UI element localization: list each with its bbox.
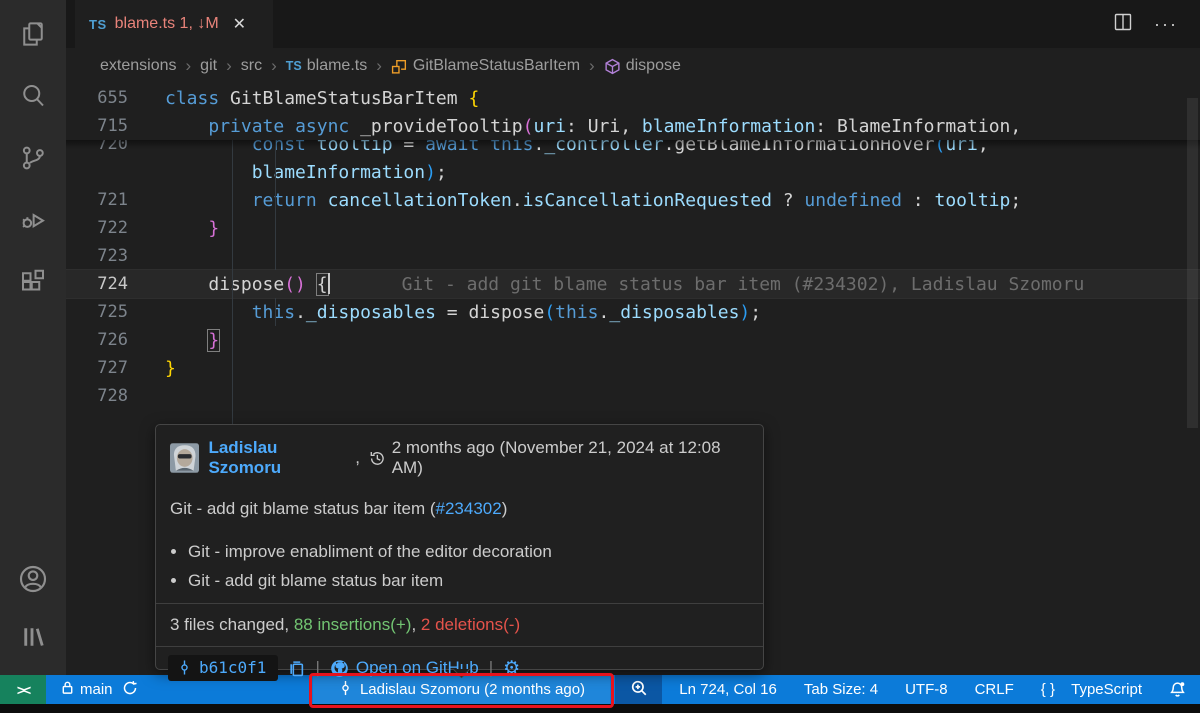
github-icon bbox=[330, 659, 349, 678]
symbol-class-icon bbox=[391, 58, 408, 75]
tab-badge: 1, ↓M bbox=[180, 15, 219, 32]
sticky-scroll[interactable]: 655class GitBlameStatusBarItem {715 priv… bbox=[66, 84, 1200, 140]
code-line-722: 722 } bbox=[66, 214, 1200, 242]
account-icon[interactable] bbox=[17, 563, 49, 595]
code-line-721: 721 return cancellationToken.isCancellat… bbox=[66, 186, 1200, 214]
branch-name: main bbox=[80, 681, 113, 698]
branch-item[interactable]: main bbox=[54, 675, 144, 704]
bullet-item: Git - add git blame status bar item bbox=[188, 571, 749, 591]
close-icon[interactable]: ✕ bbox=[233, 14, 246, 34]
breadcrumb-method[interactable]: dispose bbox=[604, 57, 681, 75]
split-editor-icon[interactable] bbox=[1112, 11, 1134, 38]
typescript-file-icon: TS bbox=[286, 59, 302, 73]
tab-bar: TS blame.ts 1, ↓M ✕ ··· bbox=[66, 0, 1200, 48]
insertions: 88 insertions(+) bbox=[294, 615, 412, 634]
code-text: blameInformation); bbox=[128, 162, 447, 183]
line-number[interactable]: 727 bbox=[66, 358, 128, 378]
vertical-scrollbar[interactable] bbox=[1187, 98, 1198, 428]
breadcrumb-git[interactable]: git bbox=[200, 57, 217, 75]
indent-guide bbox=[275, 140, 276, 270]
code-line-725: 725 this._disposables = dispose(this._di… bbox=[66, 298, 1200, 326]
run-debug-icon[interactable] bbox=[17, 204, 49, 236]
commit-bullet-list: Git - improve enabliment of the editor d… bbox=[156, 519, 763, 603]
code-text: class GitBlameStatusBarItem { bbox=[128, 88, 479, 109]
bullet-item: Git - improve enabliment of the editor d… bbox=[188, 542, 749, 562]
search-icon[interactable] bbox=[17, 80, 49, 112]
indent-guide bbox=[275, 298, 276, 326]
line-number[interactable]: 724 bbox=[66, 274, 128, 294]
tab-title: blame.ts 1, ↓M bbox=[115, 15, 219, 33]
line-number[interactable]: 715 bbox=[66, 116, 128, 136]
encoding-item[interactable]: UTF-8 bbox=[905, 681, 948, 698]
sticky-scroll-shadow bbox=[66, 140, 1200, 149]
breadcrumb: extensions › git › src › TSblame.ts › Gi… bbox=[66, 48, 1200, 84]
code-line-726: 726 } bbox=[66, 326, 1200, 354]
code-line-655: 655class GitBlameStatusBarItem { bbox=[66, 84, 1200, 112]
breadcrumb-separator: › bbox=[186, 56, 192, 76]
issue-link[interactable]: #234302 bbox=[436, 499, 502, 518]
commit-message: Git - add git blame status bar item (#23… bbox=[156, 478, 763, 519]
line-number[interactable]: 728 bbox=[66, 386, 128, 406]
notifications-bell-icon[interactable] bbox=[1169, 681, 1186, 698]
tab-blame-ts[interactable]: TS blame.ts 1, ↓M ✕ bbox=[75, 0, 273, 48]
line-number[interactable]: 722 bbox=[66, 218, 128, 238]
typescript-file-icon: TS bbox=[89, 17, 107, 32]
more-actions-icon[interactable]: ··· bbox=[1154, 14, 1178, 35]
explorer-icon[interactable] bbox=[17, 18, 49, 50]
line-number[interactable]: 723 bbox=[66, 246, 128, 266]
extensions-icon[interactable] bbox=[17, 266, 49, 298]
source-control-icon[interactable] bbox=[17, 142, 49, 174]
code-text: return cancellationToken.isCancellationR… bbox=[128, 190, 1021, 211]
git-blame-hover: Ladislau Szomoru, 2 months ago (November… bbox=[155, 424, 764, 670]
hover-pointer bbox=[440, 669, 482, 680]
breadcrumb-extensions[interactable]: extensions bbox=[100, 57, 177, 75]
code-text: } bbox=[128, 358, 176, 379]
code-line-wrap: blameInformation); bbox=[66, 158, 1200, 186]
breadcrumb-file[interactable]: TSblame.ts bbox=[286, 57, 367, 75]
gear-icon[interactable]: ⚙ bbox=[503, 659, 520, 678]
code-text: } bbox=[128, 218, 219, 239]
commit-hash-button[interactable]: b61c0f1 bbox=[168, 655, 278, 681]
deletions: 2 deletions(-) bbox=[421, 615, 520, 634]
git-commit-icon bbox=[177, 659, 192, 676]
history-icon bbox=[369, 450, 386, 467]
code-text: this._disposables = dispose(this._dispos… bbox=[128, 302, 761, 323]
breadcrumb-src[interactable]: src bbox=[241, 57, 262, 75]
text-cursor bbox=[328, 273, 330, 294]
code-text: } bbox=[128, 330, 219, 351]
code-line-728: 728 bbox=[66, 382, 1200, 410]
author-link[interactable]: Ladislau Szomoru bbox=[208, 438, 352, 478]
code-line-715: 715 private async _provideTooltip(uri: U… bbox=[66, 112, 1200, 140]
sync-icon bbox=[122, 680, 138, 700]
indent-guide bbox=[232, 130, 233, 438]
commit-time: 2 months ago (November 21, 2024 at 12:08… bbox=[369, 438, 749, 478]
avatar bbox=[170, 443, 199, 473]
language-item[interactable]: { } TypeScript bbox=[1041, 681, 1142, 698]
code-text: private async _provideTooltip(uri: Uri, … bbox=[128, 116, 1021, 137]
line-number[interactable]: 655 bbox=[66, 88, 128, 108]
code-line-727: 727} bbox=[66, 354, 1200, 382]
breadcrumb-class[interactable]: GitBlameStatusBarItem bbox=[391, 57, 580, 75]
code-text: dispose() {Git - add git blame status ba… bbox=[128, 273, 1084, 295]
window-bottom-strip bbox=[0, 704, 1200, 713]
diff-stats: 3 files changed, 88 insertions(+), 2 del… bbox=[156, 604, 763, 646]
code-line-723: 723 bbox=[66, 242, 1200, 270]
copy-icon[interactable] bbox=[288, 660, 305, 677]
line-number[interactable]: 725 bbox=[66, 302, 128, 322]
line-number[interactable]: 721 bbox=[66, 190, 128, 210]
lock-icon bbox=[60, 680, 75, 699]
activity-bar bbox=[0, 0, 66, 675]
tab-size-item[interactable]: Tab Size: 4 bbox=[804, 681, 878, 698]
remote-indicator[interactable]: >< bbox=[0, 675, 46, 704]
eol-item[interactable]: CRLF bbox=[975, 681, 1014, 698]
vscode-window: TS blame.ts 1, ↓M ✕ ··· extensions › git… bbox=[0, 0, 1200, 713]
inline-blame-annotation: Git - add git blame status bar item (#23… bbox=[402, 274, 1085, 295]
code-line-724: 724 dispose() {Git - add git blame statu… bbox=[66, 270, 1200, 298]
line-number[interactable]: 726 bbox=[66, 330, 128, 350]
library-icon[interactable] bbox=[17, 621, 49, 653]
symbol-method-icon bbox=[604, 58, 621, 75]
